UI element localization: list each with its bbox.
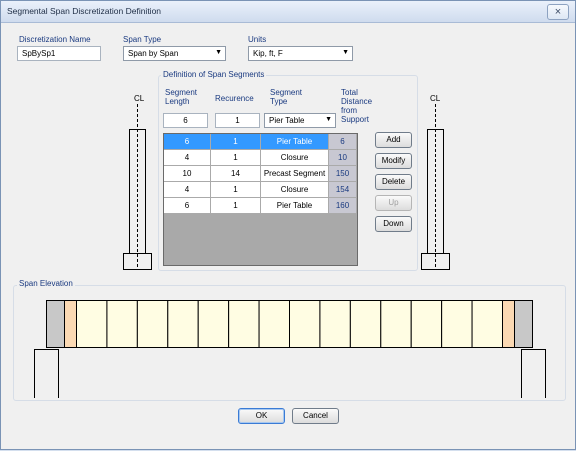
span-segment bbox=[410, 300, 443, 348]
dialog-window: Segmental Span Discretization Definition… bbox=[0, 0, 576, 450]
span-segment bbox=[76, 300, 108, 348]
span-segment bbox=[471, 300, 504, 348]
span-segment bbox=[106, 300, 138, 348]
pier-right bbox=[521, 349, 546, 398]
span-segment bbox=[349, 300, 382, 348]
span-segment bbox=[136, 300, 169, 348]
span-segment bbox=[64, 300, 77, 348]
span-segment bbox=[441, 300, 473, 348]
span-segment bbox=[197, 300, 230, 348]
span-segment bbox=[502, 300, 515, 348]
span-segment bbox=[167, 300, 199, 348]
span-segment bbox=[258, 300, 291, 348]
cancel-button[interactable]: Cancel bbox=[292, 408, 339, 424]
span-segment bbox=[228, 300, 260, 348]
span-segment bbox=[380, 300, 412, 348]
span-segment bbox=[289, 300, 321, 348]
support-block-right bbox=[514, 300, 533, 348]
span-segment bbox=[319, 300, 351, 348]
ok-button[interactable]: OK bbox=[238, 408, 285, 424]
support-block-left bbox=[46, 300, 65, 348]
pier-left bbox=[34, 349, 59, 398]
span-elevation-drawing bbox=[34, 300, 546, 398]
